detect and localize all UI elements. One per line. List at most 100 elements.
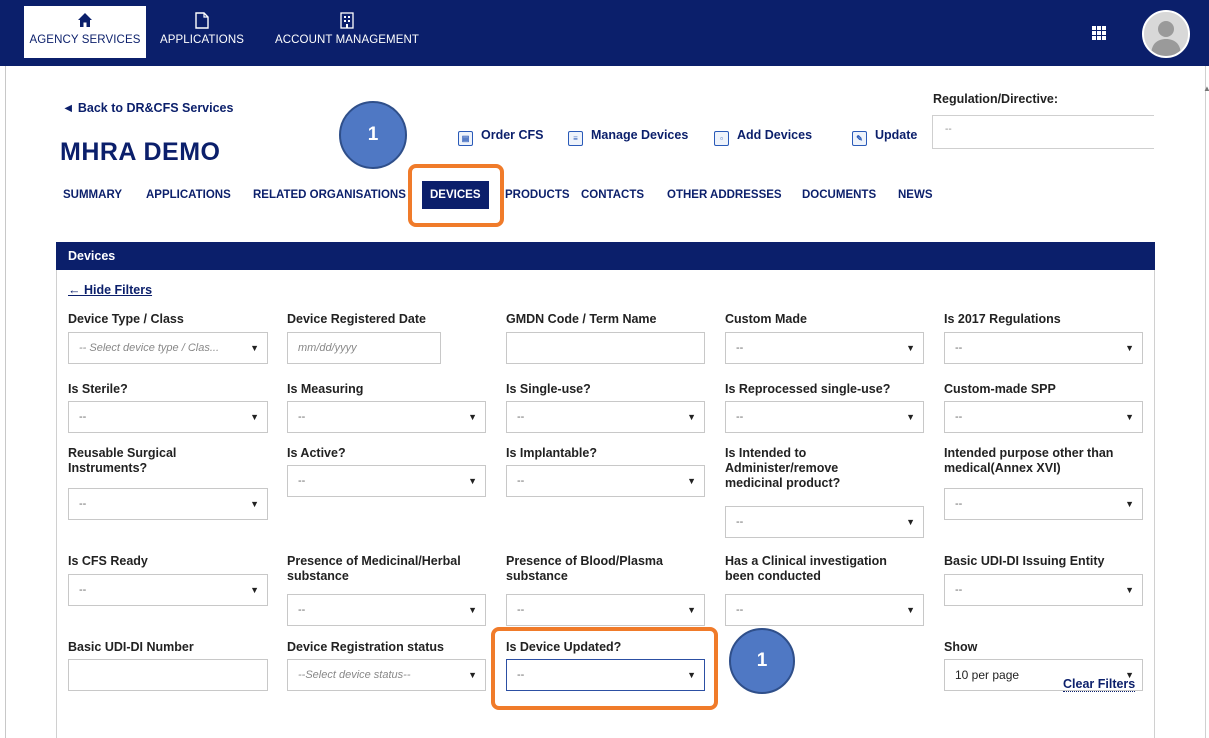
is-implantable-label: Is Implantable?	[506, 446, 597, 460]
basic-udi-entity-value: --	[955, 584, 963, 596]
blood-plasma-value: --	[517, 604, 525, 616]
scrollbar-track[interactable]	[1205, 66, 1206, 738]
dropdown-caret-icon: ▼	[250, 412, 259, 422]
dropdown-caret-icon: ▼	[687, 605, 696, 615]
is-active-select[interactable]: -- ▼	[287, 465, 486, 497]
basic-udi-number-input[interactable]	[68, 659, 268, 691]
order-cfs-button[interactable]: ▤ Order CFS	[458, 128, 544, 146]
tab-summary[interactable]: SUMMARY	[63, 189, 122, 201]
registered-date-input[interactable]: mm/dd/yyyy	[287, 332, 441, 364]
is-intended-label-line: Administer/remove	[725, 461, 839, 475]
document-icon: ▤	[458, 131, 473, 146]
is-2017-label: Is 2017 Regulations	[944, 312, 1061, 326]
basic-udi-entity-label: Basic UDI-DI Issuing Entity	[944, 554, 1105, 568]
registered-date-label: Device Registered Date	[287, 312, 426, 326]
nav-tab-account-management[interactable]: ACCOUNT MANAGEMENT	[262, 0, 432, 62]
show-per-page-value: 10 per page	[955, 668, 1020, 682]
dropdown-caret-icon: ▼	[468, 605, 477, 615]
blood-plasma-select[interactable]: -- ▼	[506, 594, 705, 626]
tab-products[interactable]: PRODUCTS	[505, 189, 570, 201]
manage-devices-button[interactable]: ≡ Manage Devices	[568, 128, 688, 146]
is-intended-label-line: medicinal product?	[725, 476, 841, 490]
tab-news[interactable]: NEWS	[898, 189, 933, 201]
device-type-select[interactable]: -- Select device type / Clas... ▼	[68, 332, 268, 364]
user-avatar[interactable]	[1142, 10, 1190, 58]
is-measuring-select[interactable]: -- ▼	[287, 401, 486, 433]
blood-plasma-label: Presence of Blood/Plasma substance	[506, 554, 663, 584]
tab-applications[interactable]: APPLICATIONS	[146, 189, 231, 201]
is-intended-label-line: Is Intended to	[725, 446, 807, 460]
registration-status-label: Device Registration status	[287, 640, 444, 654]
intended-purpose-label: Intended purpose other than medical(Anne…	[944, 446, 1113, 476]
document-icon	[152, 12, 252, 30]
intended-purpose-value: --	[955, 498, 963, 510]
add-icon: ▫	[714, 131, 729, 146]
device-type-label: Device Type / Class	[68, 312, 184, 326]
medicinal-herbal-select[interactable]: -- ▼	[287, 594, 486, 626]
is-sterile-select[interactable]: -- ▼	[68, 401, 268, 433]
reusable-surgical-select[interactable]: -- ▼	[68, 488, 268, 520]
blood-plasma-label-line: Presence of Blood/Plasma	[506, 554, 664, 568]
tab-related-organisations[interactable]: RELATED ORGANISATIONS	[253, 189, 406, 201]
is-intended-value: --	[736, 516, 744, 528]
clinical-label: Has a Clinical investigation been conduc…	[725, 554, 887, 584]
clinical-label-line: been conducted	[725, 569, 821, 583]
nav-tab-applications[interactable]: APPLICATIONS	[152, 0, 252, 62]
devices-panel-header: Devices	[56, 242, 1155, 270]
tab-other-addresses[interactable]: OTHER ADDRESSES	[667, 189, 782, 201]
reusable-surgical-value: --	[79, 498, 87, 510]
dropdown-caret-icon: ▼	[906, 517, 915, 527]
is-intended-select[interactable]: -- ▼	[725, 506, 924, 538]
update-button[interactable]: ✎ Update	[852, 128, 917, 146]
basic-udi-entity-select[interactable]: -- ▼	[944, 574, 1143, 606]
tab-documents[interactable]: DOCUMENTS	[802, 189, 876, 201]
highlight-box-devices-tab	[408, 164, 504, 227]
back-link[interactable]: ◄ Back to DR&CFS Services	[62, 101, 233, 115]
nav-tab-label: AGENCY SERVICES	[29, 34, 141, 46]
highlight-box-device-updated	[491, 627, 718, 710]
reusable-surgical-label: Reusable Surgical Instruments?	[68, 446, 176, 476]
edit-icon: ✎	[852, 131, 867, 146]
medicinal-herbal-label-line: Presence of Medicinal/Herbal	[287, 554, 461, 568]
custom-spp-label: Custom-made SPP	[944, 382, 1056, 396]
reusable-surgical-label-line: Reusable Surgical	[68, 446, 177, 460]
basic-udi-number-label: Basic UDI-DI Number	[68, 640, 194, 654]
add-devices-button[interactable]: ▫ Add Devices	[714, 128, 812, 146]
is-cfs-ready-select[interactable]: -- ▼	[68, 574, 268, 606]
show-label: Show	[944, 640, 978, 654]
is-single-use-select[interactable]: -- ▼	[506, 401, 705, 433]
dropdown-caret-icon: ▼	[906, 605, 915, 615]
dropdown-caret-icon: ▼	[1125, 412, 1134, 422]
intended-purpose-select[interactable]: -- ▼	[944, 488, 1143, 520]
intended-purpose-label-line: medical(Annex XVI)	[944, 461, 1061, 475]
is-implantable-select[interactable]: -- ▼	[506, 465, 705, 497]
custom-spp-select[interactable]: -- ▼	[944, 401, 1143, 433]
hide-filters-link[interactable]: ← Hide Filters	[68, 283, 152, 297]
custom-spp-value: --	[955, 411, 963, 423]
nav-tab-agency-services[interactable]: AGENCY SERVICES	[24, 6, 146, 58]
clear-filters-link[interactable]: Clear Filters	[1063, 677, 1136, 692]
intended-purpose-label-line: Intended purpose other than	[944, 446, 1114, 460]
is-cfs-ready-value: --	[79, 584, 87, 596]
is-cfs-ready-label: Is CFS Ready	[68, 554, 148, 568]
is-2017-select[interactable]: -- ▼	[944, 332, 1143, 364]
registration-status-select[interactable]: --Select device status-- ▼	[287, 659, 486, 691]
reusable-surgical-label-line: Instruments?	[68, 461, 148, 475]
clinical-select[interactable]: -- ▼	[725, 594, 924, 626]
dropdown-caret-icon: ▼	[1125, 585, 1134, 595]
is-sterile-label: Is Sterile?	[68, 382, 128, 396]
dropdown-caret-icon: ▼	[250, 499, 259, 509]
apps-grid-icon[interactable]	[1092, 26, 1106, 40]
step-badge: 1	[729, 628, 795, 694]
is-sterile-value: --	[79, 411, 87, 423]
gmdn-input[interactable]	[506, 332, 705, 364]
left-border	[5, 66, 6, 738]
is-reprocessed-select[interactable]: -- ▼	[725, 401, 924, 433]
tab-contacts[interactable]: CONTACTS	[581, 189, 644, 201]
custom-made-select[interactable]: -- ▼	[725, 332, 924, 364]
blood-plasma-label-line: substance	[506, 569, 568, 583]
regulation-directive-field[interactable]: --	[932, 115, 1154, 149]
dropdown-caret-icon: ▼	[468, 476, 477, 486]
scroll-up-icon[interactable]: ▲	[1203, 84, 1209, 93]
nav-tab-label: APPLICATIONS	[159, 34, 245, 46]
